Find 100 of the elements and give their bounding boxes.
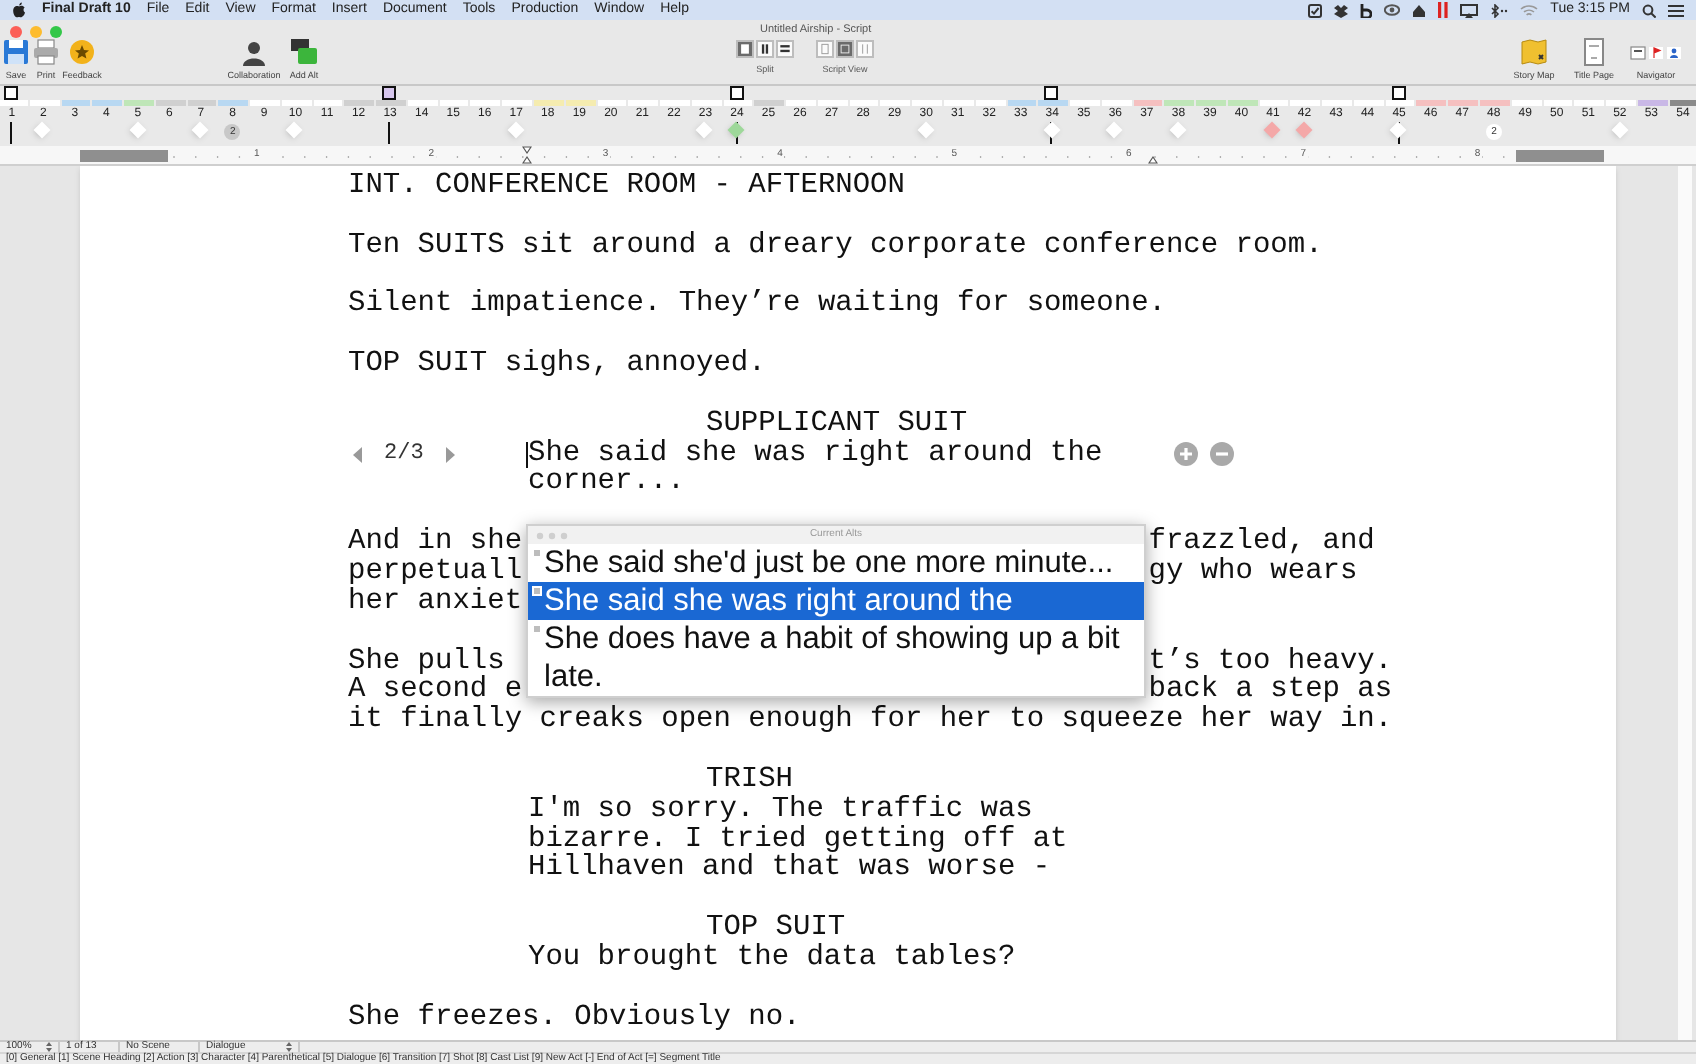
printer-icon (32, 38, 60, 66)
scene-bar[interactable] (61, 100, 91, 106)
scene-bar[interactable] (1669, 100, 1696, 106)
scene-bar[interactable] (218, 100, 249, 106)
bluetooth-icon (1490, 3, 1509, 17)
action-text: She pulls (348, 647, 505, 677)
single-pane-icon (738, 40, 752, 58)
scene-marker[interactable] (128, 121, 146, 139)
action-text: back a step as (1148, 676, 1393, 707)
columns-icon (758, 40, 772, 58)
save-icon (2, 38, 30, 66)
view-mode-button[interactable] (776, 40, 794, 58)
scrollbar[interactable] (1678, 166, 1692, 1040)
scene-bar[interactable] (1479, 100, 1510, 106)
zoom-button[interactable] (50, 26, 62, 38)
scene-bar[interactable] (1227, 100, 1258, 106)
action-text: And in she (348, 528, 523, 558)
speed-view-icon (838, 40, 852, 58)
scene-heading[interactable]: INT. CONFERENCE ROOM - AFTERNOON (348, 172, 1410, 202)
character-name[interactable]: TOP SUIT (706, 914, 1229, 944)
dialogue-text[interactable]: I'm so sorry. The traffic was bizarre. I tried getting off at Hillhaven and that was worse - (528, 795, 1138, 885)
flag-icon (1648, 45, 1664, 59)
airplay-icon (1460, 3, 1479, 17)
scene-marker[interactable] (916, 121, 934, 139)
scene-bar[interactable] (1637, 100, 1668, 106)
scene-marker[interactable] (727, 121, 745, 139)
add-icon[interactable] (1174, 441, 1198, 466)
remove-icon[interactable] (1210, 441, 1234, 466)
drag-handle-icon[interactable] (532, 548, 542, 558)
panel-icon (1630, 45, 1646, 59)
dialogue-text[interactable]: You brought the data tables? (528, 943, 1138, 974)
list-icon[interactable] (1668, 3, 1684, 17)
alternate-counter: 2/3 (384, 439, 424, 469)
scene-marker[interactable] (1295, 121, 1313, 139)
alternate-option[interactable]: She said she'd just be one more minute... (528, 544, 1144, 582)
scene-marker[interactable] (1043, 121, 1060, 139)
stepper-icon (286, 1042, 292, 1052)
view-mode-button[interactable] (736, 40, 754, 58)
scene-bar[interactable] (92, 100, 123, 106)
previous-arrow-icon[interactable] (352, 445, 364, 464)
margin-shade (1516, 150, 1604, 162)
character-name[interactable]: SUPPLICANT SUIT (706, 409, 1229, 440)
scene-marker[interactable] (286, 121, 304, 139)
scene-marker[interactable] (1263, 121, 1281, 139)
scene-marker[interactable] (34, 121, 51, 139)
action-text[interactable]: Silent impatience. They’re waiting for someone. (348, 290, 1410, 321)
page-view-icon (818, 40, 832, 58)
minimize-button[interactable] (30, 26, 42, 38)
next-arrow-icon[interactable] (443, 445, 456, 464)
search-icon[interactable] (1642, 3, 1656, 17)
star-badge-icon (68, 38, 96, 66)
wifi-icon (1520, 3, 1539, 17)
eye-icon (1384, 4, 1401, 16)
scene-bar[interactable] (1416, 100, 1447, 106)
person-icon (1666, 45, 1682, 59)
page-break-marker[interactable] (1391, 86, 1406, 100)
window-buttons-icon[interactable] (536, 532, 568, 540)
person-icon (240, 38, 268, 66)
scene-marker[interactable] (696, 121, 714, 139)
close-button[interactable] (10, 26, 22, 38)
character-name[interactable]: TRISH (706, 765, 1229, 796)
scene-bar[interactable] (1164, 100, 1195, 106)
scene-bar[interactable] (1133, 100, 1163, 106)
page-break-marker[interactable] (4, 86, 18, 100)
drag-handle-icon[interactable] (532, 586, 542, 596)
action-text: t’s too heavy. (1148, 647, 1393, 677)
apple-icon (12, 2, 26, 18)
action-text[interactable]: TOP SUIT sighs, annoyed. (348, 350, 1410, 380)
scene-marker[interactable] (1106, 121, 1124, 139)
pause-icon (1438, 2, 1449, 18)
drag-handle-icon[interactable] (532, 624, 542, 634)
action-text: it finally creaks open enough for her to squeeze her way in. (348, 706, 1393, 737)
action-text: frazzled, and (1148, 528, 1375, 558)
scene-marker[interactable] (1610, 121, 1628, 139)
action-text: gy who wears (1148, 557, 1358, 588)
box-status-icon (1334, 3, 1349, 17)
letter-b-icon (1360, 3, 1373, 17)
action-text: her anxiet (348, 587, 523, 618)
indent-marker-icon[interactable] (522, 146, 532, 164)
margin-shade (80, 150, 168, 162)
map-icon (1520, 38, 1548, 66)
page-break-marker[interactable] (382, 86, 397, 100)
view-mode-button[interactable] (756, 40, 774, 58)
scene-marker[interactable] (1389, 121, 1407, 139)
alternate-option[interactable]: She said she was right around the (528, 582, 1144, 620)
scene-marker[interactable] (1169, 121, 1187, 139)
action-text[interactable]: Ten SUITS sit around a dreary corporate conference room. (348, 231, 1410, 262)
page-break-marker[interactable] (729, 86, 744, 100)
scene-marker[interactable] (507, 121, 524, 139)
checkbox-status-icon (1308, 3, 1323, 17)
alternate-option[interactable]: She does have a habit of showing up a bit late. (528, 620, 1144, 696)
page-icon (1580, 38, 1608, 66)
rows-icon (778, 40, 792, 58)
action-text: perpetuall (348, 557, 523, 588)
scene-marker[interactable] (191, 121, 209, 139)
page-break-marker[interactable] (1044, 86, 1059, 100)
action-text[interactable]: She freezes. Obviously no. (348, 1003, 1410, 1033)
index-card-icon (858, 40, 872, 58)
dialogue-text[interactable]: She said she was right around the corner... (528, 439, 1138, 499)
stepper-icon (46, 1042, 52, 1052)
